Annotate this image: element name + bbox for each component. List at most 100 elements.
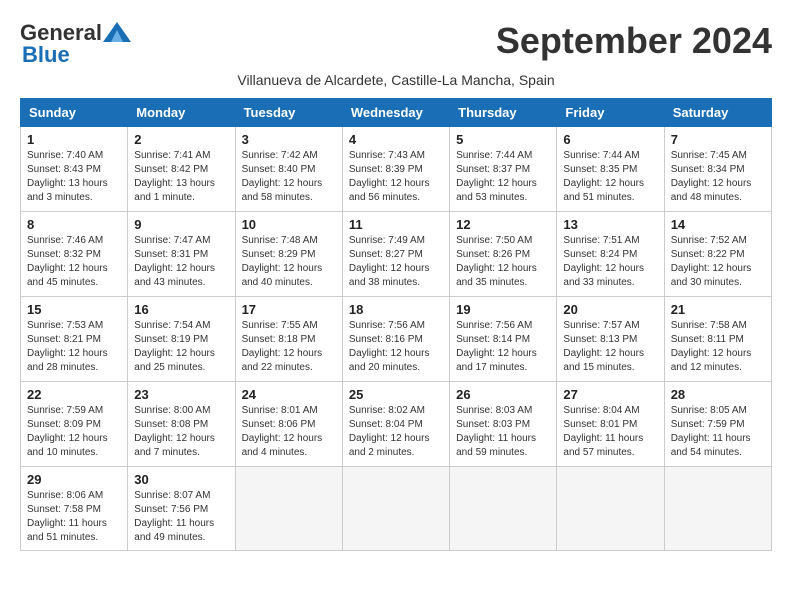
calendar-cell: 28Sunrise: 8:05 AMSunset: 7:59 PMDayligh… <box>664 382 771 467</box>
day-info: Sunrise: 8:00 AMSunset: 8:08 PMDaylight:… <box>134 404 228 460</box>
day-number: 21 <box>671 302 765 317</box>
calendar-cell: 8Sunrise: 7:46 AMSunset: 8:32 PMDaylight… <box>21 212 128 297</box>
day-info: Sunrise: 7:51 AMSunset: 8:24 PMDaylight:… <box>563 234 657 290</box>
day-number: 18 <box>349 302 443 317</box>
calendar-cell: 11 Sunrise: 7:49 AMSunset: 8:27 PMDayligh… <box>342 212 449 297</box>
day-header-saturday: Saturday <box>664 99 771 127</box>
day-info: Sunrise: 8:01 AMSunset: 8:06 PMDaylight:… <box>242 404 336 460</box>
day-info: Sunrise: 7:56 AMSunset: 8:14 PMDaylight:… <box>456 319 550 375</box>
day-info: Sunrise: 7:58 AMSunset: 8:11 PMDaylight:… <box>671 319 765 375</box>
day-info: Sunrise: 8:06 AMSunset: 7:58 PMDaylight:… <box>27 489 121 545</box>
calendar-cell: 23 Sunrise: 8:00 AMSunset: 8:08 PMDayligh… <box>128 382 235 467</box>
calendar-cell: 15 Sunrise: 7:53 AMSunset: 8:21 PMDayligh… <box>21 297 128 382</box>
day-number: 11 <box>349 217 443 232</box>
day-header-sunday: Sunday <box>21 99 128 127</box>
day-number: 3 <box>242 132 336 147</box>
week-row-4: 22 Sunrise: 7:59 AMSunset: 8:09 PMDayligh… <box>21 382 772 467</box>
calendar-cell: 29 Sunrise: 8:06 AMSunset: 7:58 PMDayligh… <box>21 467 128 551</box>
day-info: Sunrise: 7:44 AMSunset: 8:35 PMDaylight:… <box>563 149 657 205</box>
calendar-cell: 1 Sunrise: 7:40 AMSunset: 8:43 PMDaylight… <box>21 127 128 212</box>
day-number: 15 <box>27 302 121 317</box>
calendar-cell: 18 Sunrise: 7:56 AMSunset: 8:16 PMDayligh… <box>342 297 449 382</box>
location-subtitle: Villanueva de Alcardete, Castille-La Man… <box>20 72 772 88</box>
day-info: Sunrise: 7:46 AMSunset: 8:32 PMDaylight:… <box>27 234 121 290</box>
logo-icon <box>103 22 131 42</box>
day-info: Sunrise: 7:56 AMSunset: 8:16 PMDaylight:… <box>349 319 443 375</box>
day-info: Sunrise: 7:47 AMSunset: 8:31 PMDaylight:… <box>134 234 228 290</box>
calendar-cell: 7 Sunrise: 7:45 AMSunset: 8:34 PMDaylight… <box>664 127 771 212</box>
logo: General Blue <box>20 20 131 68</box>
day-info: Sunrise: 7:59 AMSunset: 8:09 PMDaylight:… <box>27 404 121 460</box>
calendar-cell: 14Sunrise: 7:52 AMSunset: 8:22 PMDayligh… <box>664 212 771 297</box>
calendar-cell <box>450 467 557 551</box>
calendar-cell: 30 Sunrise: 8:07 AMSunset: 7:56 PMDayligh… <box>128 467 235 551</box>
calendar-cell: 5 Sunrise: 7:44 AMSunset: 8:37 PMDaylight… <box>450 127 557 212</box>
month-title: September 2024 <box>496 20 772 62</box>
day-number: 23 <box>134 387 228 402</box>
week-row-3: 15 Sunrise: 7:53 AMSunset: 8:21 PMDayligh… <box>21 297 772 382</box>
calendar-cell: 20 Sunrise: 7:57 AMSunset: 8:13 PMDayligh… <box>557 297 664 382</box>
week-row-5: 29 Sunrise: 8:06 AMSunset: 7:58 PMDayligh… <box>21 467 772 551</box>
calendar-cell: 22 Sunrise: 7:59 AMSunset: 8:09 PMDayligh… <box>21 382 128 467</box>
day-info: Sunrise: 7:43 AMSunset: 8:39 PMDaylight:… <box>349 149 443 205</box>
day-number: 4 <box>349 132 443 147</box>
day-header-friday: Friday <box>557 99 664 127</box>
week-row-2: 8Sunrise: 7:46 AMSunset: 8:32 PMDaylight… <box>21 212 772 297</box>
day-info: Sunrise: 7:53 AMSunset: 8:21 PMDaylight:… <box>27 319 121 375</box>
day-header-thursday: Thursday <box>450 99 557 127</box>
day-number: 27 <box>563 387 657 402</box>
day-number: 22 <box>27 387 121 402</box>
day-header-monday: Monday <box>128 99 235 127</box>
calendar-cell <box>235 467 342 551</box>
day-info: Sunrise: 8:07 AMSunset: 7:56 PMDaylight:… <box>134 489 228 545</box>
day-number: 20 <box>563 302 657 317</box>
day-info: Sunrise: 7:45 AMSunset: 8:34 PMDaylight:… <box>671 149 765 205</box>
calendar-cell: 6 Sunrise: 7:44 AMSunset: 8:35 PMDaylight… <box>557 127 664 212</box>
calendar-cell: 12Sunrise: 7:50 AMSunset: 8:26 PMDayligh… <box>450 212 557 297</box>
day-info: Sunrise: 7:57 AMSunset: 8:13 PMDaylight:… <box>563 319 657 375</box>
calendar-cell: 2 Sunrise: 7:41 AMSunset: 8:42 PMDaylight… <box>128 127 235 212</box>
calendar-cell <box>557 467 664 551</box>
day-number: 16 <box>134 302 228 317</box>
calendar-cell: 24 Sunrise: 8:01 AMSunset: 8:06 PMDayligh… <box>235 382 342 467</box>
day-info: Sunrise: 7:44 AMSunset: 8:37 PMDaylight:… <box>456 149 550 205</box>
calendar-cell: 26 Sunrise: 8:03 AMSunset: 8:03 PMDayligh… <box>450 382 557 467</box>
calendar-cell: 27Sunrise: 8:04 AMSunset: 8:01 PMDayligh… <box>557 382 664 467</box>
day-info: Sunrise: 8:02 AMSunset: 8:04 PMDaylight:… <box>349 404 443 460</box>
day-info: Sunrise: 7:52 AMSunset: 8:22 PMDaylight:… <box>671 234 765 290</box>
day-number: 26 <box>456 387 550 402</box>
day-number: 24 <box>242 387 336 402</box>
calendar-table: SundayMondayTuesdayWednesdayThursdayFrid… <box>20 98 772 551</box>
calendar-cell: 21 Sunrise: 7:58 AMSunset: 8:11 PMDayligh… <box>664 297 771 382</box>
day-number: 30 <box>134 472 228 487</box>
day-info: Sunrise: 7:49 AMSunset: 8:27 PMDaylight:… <box>349 234 443 290</box>
calendar-cell: 4 Sunrise: 7:43 AMSunset: 8:39 PMDaylight… <box>342 127 449 212</box>
page-header: General Blue September 2024 <box>20 20 772 68</box>
calendar-cell: 10Sunrise: 7:48 AMSunset: 8:29 PMDayligh… <box>235 212 342 297</box>
calendar-cell: 19 Sunrise: 7:56 AMSunset: 8:14 PMDayligh… <box>450 297 557 382</box>
day-number: 2 <box>134 132 228 147</box>
day-number: 13 <box>563 217 657 232</box>
day-number: 25 <box>349 387 443 402</box>
day-number: 9 <box>134 217 228 232</box>
day-info: Sunrise: 7:50 AMSunset: 8:26 PMDaylight:… <box>456 234 550 290</box>
day-info: Sunrise: 7:55 AMSunset: 8:18 PMDaylight:… <box>242 319 336 375</box>
week-row-1: 1 Sunrise: 7:40 AMSunset: 8:43 PMDaylight… <box>21 127 772 212</box>
day-number: 7 <box>671 132 765 147</box>
day-info: Sunrise: 7:41 AMSunset: 8:42 PMDaylight:… <box>134 149 228 205</box>
calendar-cell: 25 Sunrise: 8:02 AMSunset: 8:04 PMDayligh… <box>342 382 449 467</box>
calendar-cell: 3Sunrise: 7:42 AMSunset: 8:40 PMDaylight… <box>235 127 342 212</box>
day-number: 1 <box>27 132 121 147</box>
day-info: Sunrise: 8:03 AMSunset: 8:03 PMDaylight:… <box>456 404 550 460</box>
calendar-cell <box>664 467 771 551</box>
day-info: Sunrise: 7:54 AMSunset: 8:19 PMDaylight:… <box>134 319 228 375</box>
day-number: 5 <box>456 132 550 147</box>
day-info: Sunrise: 7:40 AMSunset: 8:43 PMDaylight:… <box>27 149 121 205</box>
day-header-wednesday: Wednesday <box>342 99 449 127</box>
day-header-tuesday: Tuesday <box>235 99 342 127</box>
day-number: 28 <box>671 387 765 402</box>
day-number: 19 <box>456 302 550 317</box>
day-info: Sunrise: 7:48 AMSunset: 8:29 PMDaylight:… <box>242 234 336 290</box>
day-number: 29 <box>27 472 121 487</box>
day-number: 6 <box>563 132 657 147</box>
